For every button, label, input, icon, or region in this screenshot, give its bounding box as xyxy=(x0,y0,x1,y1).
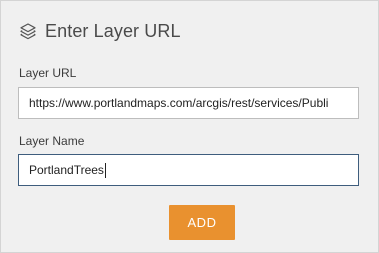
text-caret xyxy=(104,163,106,179)
panel-header: Enter Layer URL xyxy=(19,19,181,43)
layer-name-value: PortlandTrees xyxy=(29,163,104,177)
add-layer-panel: Enter Layer URL Layer URL https://www.po… xyxy=(0,0,379,253)
layers-icon xyxy=(19,22,37,40)
page-title: Enter Layer URL xyxy=(45,20,181,41)
add-button[interactable]: ADD xyxy=(169,205,235,240)
layer-url-label: Layer URL xyxy=(19,66,77,80)
layer-url-input[interactable]: https://www.portlandmaps.com/arcgis/rest… xyxy=(18,87,359,119)
layer-name-label: Layer Name xyxy=(19,134,85,148)
layer-name-input[interactable]: PortlandTrees xyxy=(18,154,359,186)
layer-url-value: https://www.portlandmaps.com/arcgis/rest… xyxy=(29,96,329,110)
